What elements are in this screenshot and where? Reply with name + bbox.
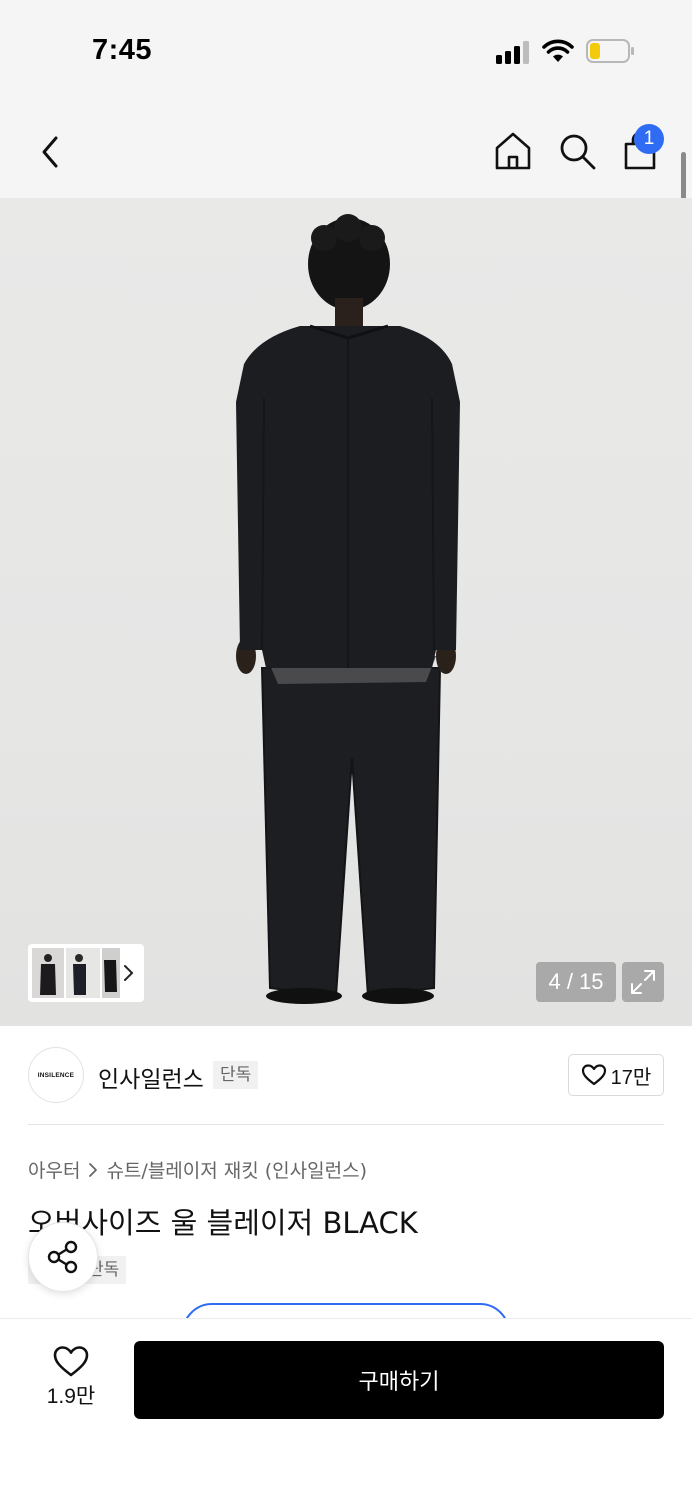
cellular-signal-icon xyxy=(496,41,529,64)
breadcrumb: 아우터 슈트/블레이저 재킷 (인사일런스) xyxy=(28,1156,367,1183)
product-image-carousel[interactable] xyxy=(0,198,692,1026)
brand-like-count: 17만 xyxy=(610,1066,652,1089)
wishlist-button[interactable]: 1.9만 xyxy=(40,1344,102,1414)
heart-icon xyxy=(53,1346,89,1377)
status-time: 7:45 xyxy=(92,34,153,66)
thumbnail-image-2 xyxy=(66,948,100,998)
thumbnail-image-1 xyxy=(32,948,64,998)
chevron-right-icon[interactable] xyxy=(118,960,138,986)
search-icon xyxy=(560,134,596,170)
wishlist-count: 1.9만 xyxy=(46,1385,96,1408)
brand-logo[interactable]: INSILENCE xyxy=(28,1047,84,1103)
share-button[interactable] xyxy=(28,1222,98,1292)
breadcrumb-item-category[interactable]: 아우터 xyxy=(28,1156,80,1183)
brand-like-button[interactable]: 17만 xyxy=(568,1054,664,1096)
expand-image-button[interactable] xyxy=(622,962,664,1002)
section-divider xyxy=(28,1124,664,1125)
share-icon xyxy=(47,1240,78,1274)
back-chevron-icon xyxy=(42,136,58,168)
exclusive-badge: 단독 xyxy=(213,1061,259,1089)
breadcrumb-chevron-icon xyxy=(89,1162,98,1177)
back-button[interactable] xyxy=(28,130,72,174)
search-button[interactable] xyxy=(554,128,600,174)
breadcrumb-item-subcategory[interactable]: 슈트/블레이저 재킷 (인사일런스) xyxy=(106,1156,367,1183)
wifi-icon xyxy=(542,39,574,62)
image-page-counter: 4 / 15 xyxy=(536,962,616,1002)
buy-button[interactable]: 구매하기 xyxy=(134,1341,664,1419)
cart-count-badge: 1 xyxy=(634,124,664,154)
battery-icon xyxy=(586,39,634,63)
brand-name[interactable]: 인사일런스 xyxy=(98,1060,204,1094)
home-icon xyxy=(495,132,531,170)
expand-icon xyxy=(631,970,655,994)
home-button[interactable] xyxy=(490,128,536,174)
product-photo-model-back xyxy=(236,214,460,1004)
heart-icon xyxy=(581,1064,606,1086)
